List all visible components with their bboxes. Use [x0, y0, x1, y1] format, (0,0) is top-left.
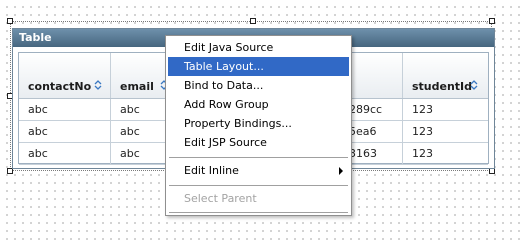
resize-handle-top-right[interactable] — [489, 18, 495, 24]
menu-separator — [169, 185, 348, 187]
context-menu: Edit Java Source Table Layout... Bind to… — [165, 35, 352, 216]
menu-item-property-bindings[interactable]: Property Bindings... — [168, 114, 349, 133]
menu-item-edit-inline[interactable]: Edit Inline — [168, 161, 349, 180]
menu-item-table-layout[interactable]: Table Layout... — [168, 57, 349, 76]
menu-separator — [169, 212, 348, 214]
table-cell: abc — [19, 143, 111, 164]
menu-separator — [169, 157, 348, 159]
table-cell: 123 — [412, 103, 433, 116]
menu-item-select-parent: Select Parent — [184, 192, 257, 205]
menu-item-edit-jsp-source[interactable]: Edit JSP Source — [168, 133, 349, 152]
menu-item-bind-to-data[interactable]: Bind to Data... — [168, 76, 349, 95]
table-cell: 123 — [412, 125, 433, 138]
sort-icon[interactable] — [93, 79, 103, 91]
column-header-contactno[interactable]: contactNo — [19, 53, 111, 98]
table-cell: 123 — [412, 147, 433, 160]
menu-item-add-row-group[interactable]: Add Row Group — [168, 95, 349, 114]
submenu-arrow-icon — [339, 167, 343, 175]
column-header-studentid[interactable]: studentId — [403, 53, 488, 98]
menu-item-label: Edit Inline — [184, 164, 239, 177]
sort-icon[interactable] — [469, 79, 479, 91]
table-cell: abc — [19, 99, 111, 120]
column-header-label: contactNo — [28, 80, 92, 93]
column-header-label: studentId — [412, 80, 473, 93]
column-header-label: email — [120, 80, 154, 93]
resize-handle-top-left[interactable] — [7, 18, 13, 24]
table-cell: abc — [19, 121, 111, 142]
resize-handle-top-middle[interactable] — [250, 18, 256, 24]
menu-item-edit-java-source[interactable]: Edit Java Source — [168, 38, 349, 57]
